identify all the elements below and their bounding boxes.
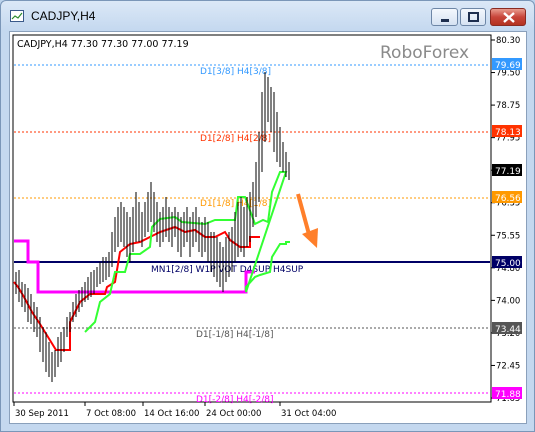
price-tick-label: 74.00	[496, 296, 520, 306]
time-tick-label: 14 Oct 16:00	[144, 409, 199, 419]
level-label-minus-1-8: D1[-1/8] H4[-1/8]	[196, 330, 274, 340]
price-axis: 80.3079.5078.7577.9577.1576.3575.5574.80…	[491, 36, 520, 404]
time-tick-label: 7 Oct 08:00	[86, 409, 136, 419]
level-label-3-8: D1[3/8] H4[3/8]	[200, 67, 271, 77]
level-label-pivot: MN1[2/8] W1PIVOT D4SUP H4SUP	[151, 265, 304, 275]
minimize-icon	[441, 19, 449, 22]
level-label-minus-2-8: D1[-2/8] H4[-2/8]	[196, 395, 274, 405]
level-label-2-8: D1[2/8] H4[2/8]	[200, 134, 271, 144]
chart-header-text: CADJPY,H4 77.30 77.30 77.00 77.19	[17, 39, 189, 50]
time-tick-label: 30 Sep 2011	[15, 409, 69, 419]
price-tag-minus-2-8: 71.88	[495, 390, 521, 400]
price-tick-label: 80.30	[496, 36, 520, 46]
title-bar[interactable]: CADJPY,H4	[1, 1, 534, 31]
price-tag-3-8: 79.69	[495, 61, 521, 71]
maximize-button[interactable]	[460, 8, 486, 26]
price-tick-label: 75.55	[496, 231, 520, 241]
level-label-1-8: D1[1/8] H4[1/8]	[200, 199, 271, 209]
window-title: CADJPY,H4	[31, 9, 96, 23]
chart-window-icon	[10, 10, 24, 22]
maximize-icon	[468, 12, 479, 22]
price-tag-1-8: 76.56	[495, 194, 521, 204]
time-tick-label: 24 Oct 00:00	[206, 409, 261, 419]
chart-window: CADJPY,H4 CADJPY,H4 77.30 77.30 77.00 77…	[0, 0, 535, 432]
price-tag-pivot: 75.00	[495, 259, 521, 269]
time-tick-label: 31 Oct 04:00	[281, 409, 336, 419]
close-button[interactable]	[490, 8, 526, 26]
time-axis: 30 Sep 2011 7 Oct 08:00 14 Oct 16:00 24 Oct…	[13, 402, 336, 419]
price-tick-label: 72.45	[496, 361, 520, 371]
price-tag-minus-1-8: 73.44	[495, 325, 521, 335]
minimize-button[interactable]	[431, 8, 458, 26]
chart-area[interactable]: CADJPY,H4 77.30 77.30 77.00 77.19 RoboFo…	[9, 31, 527, 424]
price-tick-label: 78.75	[496, 101, 520, 111]
price-tag-2-8: 78.13	[495, 128, 521, 138]
current-price-tag: 77.19	[495, 167, 521, 177]
price-chart[interactable]: CADJPY,H4 77.30 77.30 77.00 77.19 RoboFo…	[10, 32, 526, 423]
broker-watermark: RoboForex	[380, 43, 469, 63]
close-icon	[503, 12, 515, 23]
